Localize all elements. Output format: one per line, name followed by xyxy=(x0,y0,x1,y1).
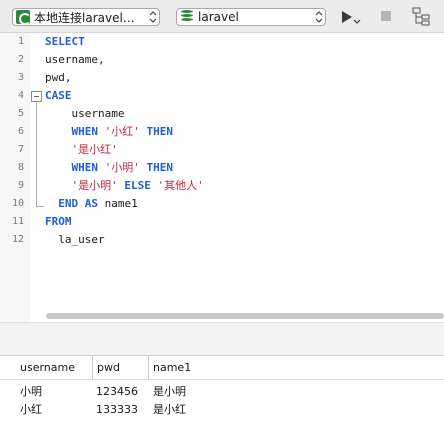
code-line[interactable]: 5 username xyxy=(0,105,444,123)
cell-pwd: 123456 xyxy=(96,385,138,398)
sql-keyword: AS xyxy=(84,197,98,210)
sql-keyword: SELECT xyxy=(45,35,85,48)
database-select[interactable]: laravel xyxy=(176,8,326,26)
panel-divider[interactable] xyxy=(0,322,444,355)
fold-guide-end xyxy=(36,206,44,207)
cell-username: 小红 xyxy=(20,403,42,416)
code-line[interactable]: 11 FROM xyxy=(0,213,444,231)
code-text: WHEN '小红' THEN xyxy=(45,123,174,141)
cell-pwd: 133333 xyxy=(96,403,138,416)
code-text: username, xyxy=(45,51,105,69)
toolbar: 本地连接laravel… laravel xyxy=(0,0,444,33)
code-text: pwd, xyxy=(45,69,72,87)
sql-keyword: THEN xyxy=(146,125,174,138)
sql-string: '小明' xyxy=(104,161,140,174)
sql-keyword: WHEN xyxy=(71,125,99,138)
horizontal-scrollbar[interactable] xyxy=(46,313,444,319)
line-number: 3 xyxy=(17,72,24,83)
code-text: FROM xyxy=(45,213,72,231)
code-text: '是小红' xyxy=(45,141,118,159)
code-text: END AS name1 xyxy=(45,195,138,213)
sql-keyword: END xyxy=(58,197,79,210)
sql-token: pwd, xyxy=(45,71,72,84)
results-grid[interactable]: username pwd name1 小明 123456 是小明 小红 1333… xyxy=(0,355,444,429)
fold-toggle-icon[interactable] xyxy=(31,91,42,102)
code-text: WHEN '小明' THEN xyxy=(45,159,174,177)
column-header-name1[interactable]: name1 xyxy=(148,356,444,380)
code-text: SELECT xyxy=(45,33,85,51)
sql-string: '是小红' xyxy=(71,143,118,156)
sql-token: username, xyxy=(45,53,105,66)
connection-label: 本地连接laravel… xyxy=(34,10,135,25)
line-number: 6 xyxy=(17,126,24,137)
code-text: la_user xyxy=(45,231,105,249)
fold-guide xyxy=(36,103,37,207)
sql-token: name1 xyxy=(98,197,138,210)
connection-icon xyxy=(16,10,31,25)
column-header-pwd[interactable]: pwd xyxy=(92,356,148,380)
results-header: username pwd name1 xyxy=(0,356,444,380)
database-icon xyxy=(181,10,193,24)
run-icon[interactable] xyxy=(341,9,361,25)
sql-keyword: CASE xyxy=(45,89,72,102)
database-label: laravel xyxy=(198,10,239,24)
line-number: 12 xyxy=(11,234,24,245)
line-number: 5 xyxy=(17,108,24,119)
code-line[interactable]: 3 pwd, xyxy=(0,69,444,87)
code-text: CASE xyxy=(45,87,72,105)
sql-token: username xyxy=(45,107,125,120)
code-line[interactable]: 12 la_user xyxy=(0,231,444,249)
line-number: 4 xyxy=(17,90,24,101)
line-number: 2 xyxy=(17,54,24,65)
select-arrows-icon xyxy=(147,10,159,24)
sql-keyword: FROM xyxy=(45,215,72,228)
line-number: 10 xyxy=(11,198,24,209)
sql-string: '小红' xyxy=(104,125,140,138)
code-line[interactable]: 6 WHEN '小红' THEN xyxy=(0,123,444,141)
code-line[interactable]: 4 CASE xyxy=(0,87,444,105)
cell-username: 小明 xyxy=(20,385,42,398)
line-number: 9 xyxy=(17,180,24,191)
code-line[interactable]: 7 '是小红' xyxy=(0,141,444,159)
cell-name1: 是小明 xyxy=(153,385,186,398)
code-text: username xyxy=(45,105,124,123)
cell-name1: 是小红 xyxy=(153,403,186,416)
table-row[interactable]: 小明 123456 是小明 xyxy=(0,383,444,401)
sql-string: '其他人' xyxy=(157,179,204,192)
connection-select[interactable]: 本地连接laravel… xyxy=(12,8,160,26)
line-number: 1 xyxy=(17,36,24,47)
line-number: 8 xyxy=(17,162,24,173)
code-line[interactable]: 1 SELECT xyxy=(0,33,444,51)
sql-token: la_user xyxy=(45,233,105,246)
sql-string: '是小明' xyxy=(71,179,118,192)
code-line[interactable]: 10 END AS name1 xyxy=(0,195,444,213)
code-text: '是小明' ELSE '其他人' xyxy=(45,177,204,195)
sql-keyword: WHEN xyxy=(71,161,99,174)
stop-icon[interactable] xyxy=(381,11,391,21)
explain-icon[interactable] xyxy=(411,6,431,26)
code-line[interactable]: 8 WHEN '小明' THEN xyxy=(0,159,444,177)
sql-editor[interactable]: 1 SELECT 2 username, 3 pwd, 4 CASE 5 username 6 W… xyxy=(0,33,444,322)
line-number: 11 xyxy=(11,216,24,227)
sql-keyword: ELSE xyxy=(124,179,151,192)
line-number: 7 xyxy=(17,144,24,155)
code-line[interactable]: 2 username, xyxy=(0,51,444,69)
column-header-username[interactable]: username xyxy=(16,356,92,380)
sql-keyword: THEN xyxy=(146,161,174,174)
code-line[interactable]: 9 '是小明' ELSE '其他人' xyxy=(0,177,444,195)
table-row[interactable]: 小红 133333 是小红 xyxy=(0,401,444,419)
select-arrows-icon xyxy=(313,10,325,24)
